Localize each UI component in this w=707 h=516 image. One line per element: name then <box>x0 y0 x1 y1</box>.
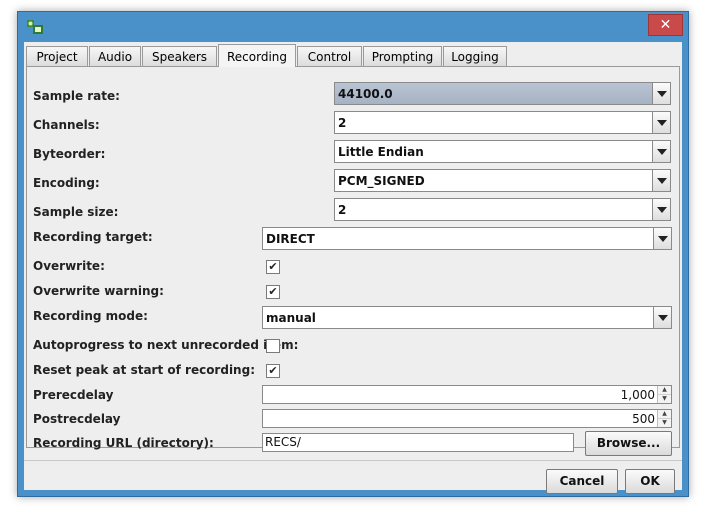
channels-combo[interactable]: 2 <box>334 111 671 134</box>
spinner-buttons: ▲ ▼ <box>657 410 671 427</box>
spinner-up-icon[interactable]: ▲ <box>658 410 671 418</box>
overwrite-checkbox[interactable]: ✔ <box>266 260 280 274</box>
spinner-up-icon[interactable]: ▲ <box>658 386 671 394</box>
chevron-down-icon[interactable] <box>652 112 670 133</box>
checkmark-icon: ✔ <box>268 260 278 273</box>
spinner-down-icon[interactable]: ▼ <box>658 418 671 427</box>
tab-speakers[interactable]: Speakers <box>142 46 217 66</box>
postrecdelay-spinner[interactable]: 500 ▲ ▼ <box>262 409 672 428</box>
overwrite-label: Overwrite: <box>33 259 105 273</box>
chevron-down-icon[interactable] <box>653 307 671 328</box>
tab-audio[interactable]: Audio <box>89 46 141 66</box>
browse-button[interactable]: Browse... <box>585 431 672 456</box>
recording-mode-value: manual <box>266 311 316 325</box>
overwrite-warning-checkbox[interactable]: ✔ <box>266 285 280 299</box>
sample-rate-combo[interactable]: 44100.0 <box>334 82 671 105</box>
sample-size-label: Sample size: <box>33 205 119 219</box>
chevron-down-icon[interactable] <box>652 141 670 162</box>
title-bar[interactable]: ✕ <box>18 12 688 42</box>
encoding-combo[interactable]: PCM_SIGNED <box>334 169 671 192</box>
autoprogress-label: Autoprogress to next unrecorded item: <box>33 338 299 352</box>
chevron-down-icon[interactable] <box>652 83 670 104</box>
app-icon <box>27 20 43 34</box>
cancel-button[interactable]: Cancel <box>546 469 618 494</box>
spinner-down-icon[interactable]: ▼ <box>658 394 671 403</box>
prerecdelay-value: 1,000 <box>620 388 655 402</box>
recording-url-label: Recording URL (directory): <box>33 436 214 450</box>
chevron-down-icon[interactable] <box>652 199 670 220</box>
recording-target-label: Recording target: <box>33 230 153 244</box>
autoprogress-checkbox[interactable] <box>266 339 280 353</box>
encoding-label: Encoding: <box>33 176 100 190</box>
prerecdelay-label: Prerecdelay <box>33 388 114 402</box>
sample-rate-label: Sample rate: <box>33 89 120 103</box>
recording-target-combo[interactable]: DIRECT <box>262 227 672 250</box>
recording-target-value: DIRECT <box>266 232 315 246</box>
channels-value: 2 <box>338 116 347 130</box>
recording-panel: Sample rate: 44100.0 Channels: 2 Byteord… <box>26 66 680 456</box>
recording-url-input[interactable]: RECS/ <box>262 433 574 452</box>
checkmark-icon: ✔ <box>268 285 278 298</box>
chevron-down-icon[interactable] <box>653 228 671 249</box>
tab-project[interactable]: Project <box>26 46 88 66</box>
close-button[interactable]: ✕ <box>648 14 683 36</box>
postrecdelay-value: 500 <box>632 412 655 426</box>
recording-mode-combo[interactable]: manual <box>262 306 672 329</box>
tab-control[interactable]: Control <box>297 46 362 66</box>
tab-prompting[interactable]: Prompting <box>363 46 442 66</box>
tab-recording[interactable]: Recording <box>218 44 296 67</box>
recording-mode-label: Recording mode: <box>33 309 148 323</box>
ok-button[interactable]: OK <box>625 469 675 494</box>
byteorder-combo[interactable]: Little Endian <box>334 140 671 163</box>
spinner-buttons: ▲ ▼ <box>657 386 671 403</box>
byteorder-value: Little Endian <box>338 145 424 159</box>
tab-logging[interactable]: Logging <box>443 46 507 66</box>
reset-peak-checkbox[interactable]: ✔ <box>266 364 280 378</box>
sample-size-value: 2 <box>338 203 347 217</box>
close-icon: ✕ <box>659 17 672 33</box>
footer-divider <box>24 460 682 461</box>
encoding-value: PCM_SIGNED <box>338 174 425 188</box>
byteorder-label: Byteorder: <box>33 147 106 161</box>
sample-rate-value: 44100.0 <box>338 87 393 101</box>
dialog-window: ✕ Project Audio Speakers Recording Contr… <box>17 11 689 497</box>
overwrite-warning-label: Overwrite warning: <box>33 284 164 298</box>
checkmark-icon: ✔ <box>268 364 278 377</box>
channels-label: Channels: <box>33 118 100 132</box>
chevron-down-icon[interactable] <box>652 170 670 191</box>
prerecdelay-spinner[interactable]: 1,000 ▲ ▼ <box>262 385 672 404</box>
sample-size-combo[interactable]: 2 <box>334 198 671 221</box>
postrecdelay-label: Postrecdelay <box>33 412 121 426</box>
reset-peak-label: Reset peak at start of recording: <box>33 363 255 377</box>
dialog-content: Project Audio Speakers Recording Control… <box>24 42 682 494</box>
